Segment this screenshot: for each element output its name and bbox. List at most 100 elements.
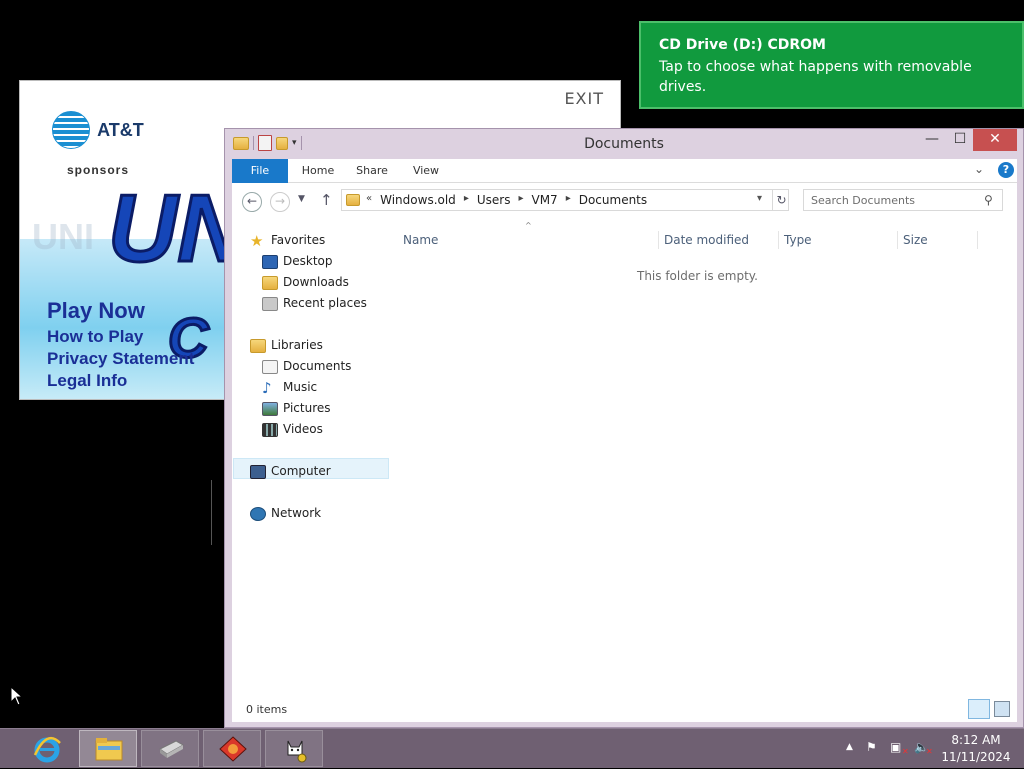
nav-libraries[interactable]: Libraries	[250, 335, 323, 355]
nav-pictures[interactable]: Pictures	[262, 398, 331, 418]
cat-icon	[287, 740, 307, 763]
column-divider[interactable]	[977, 231, 978, 249]
network-icon	[250, 506, 266, 521]
tab-file[interactable]: File	[232, 159, 288, 183]
taskbar-game-app[interactable]	[203, 730, 261, 767]
refresh-icon[interactable]: ↻	[772, 190, 790, 210]
breadcrumb-users[interactable]: Users	[477, 193, 511, 207]
nav-computer[interactable]: Computer	[250, 461, 331, 481]
how-to-play-link[interactable]: How to Play	[47, 326, 194, 348]
show-hidden-icons-icon[interactable]: ▲	[846, 742, 853, 752]
nav-computer-label: Computer	[271, 464, 331, 478]
title-bar[interactable]: ▾ Documents — ☐ ✕	[225, 129, 1023, 159]
file-list: ^ Name Date modified Type Size This fold…	[392, 219, 1017, 699]
column-size[interactable]: Size	[903, 233, 928, 247]
nav-videos[interactable]: Videos	[262, 419, 323, 439]
mute-badge-icon: ✕	[926, 747, 933, 756]
taskbar-internet-explorer[interactable]	[17, 730, 75, 767]
documents-icon	[262, 359, 278, 374]
column-date-modified[interactable]: Date modified	[664, 233, 749, 247]
tab-view[interactable]: View	[402, 159, 450, 183]
column-divider[interactable]	[778, 231, 779, 249]
ghost-window-edge	[211, 480, 212, 545]
clock[interactable]: 8:12 AM 11/11/2024	[936, 732, 1016, 766]
search-icon[interactable]: ⚲	[984, 193, 993, 207]
autoplay-toast[interactable]: CD Drive (D:) CDROM Tap to choose what h…	[639, 21, 1024, 109]
clock-date: 11/11/2024	[941, 750, 1011, 764]
recent-places-icon	[262, 296, 278, 311]
breadcrumb-separator-icon: ▸	[565, 193, 571, 204]
nav-documents-label: Documents	[283, 359, 352, 373]
close-button[interactable]: ✕	[973, 129, 1017, 151]
legal-info-link[interactable]: Legal Info	[47, 370, 194, 392]
nav-desktop-label: Desktop	[283, 254, 333, 268]
taskbar: ▲ ⚑ ▣ 🔈 ✕ ✕ 8:12 AM 11/11/2024	[0, 728, 1024, 768]
file-explorer-icon	[95, 738, 123, 761]
minimize-button[interactable]: —	[919, 129, 945, 151]
address-dropdown-icon[interactable]: ▾	[757, 193, 762, 204]
column-type[interactable]: Type	[784, 233, 812, 247]
breadcrumb-separator-icon: ▸	[518, 193, 524, 204]
sort-arrow-icon: ^	[525, 221, 532, 230]
breadcrumb-documents[interactable]: Documents	[579, 193, 647, 207]
tab-share[interactable]: Share	[348, 159, 396, 183]
navigation-pane: ★ Favorites Desktop Downloads Recent plac…	[232, 219, 392, 699]
game-icon	[219, 736, 247, 762]
breadcrumb-overflow[interactable]: «	[366, 193, 372, 207]
empty-folder-message: This folder is empty.	[637, 269, 758, 283]
taskbar-file-explorer[interactable]	[79, 730, 137, 767]
nav-favorites[interactable]: ★ Favorites	[250, 230, 325, 250]
network-disconnected-icon[interactable]: ▣	[890, 740, 901, 754]
recent-locations-chevron-icon[interactable]: ▼	[298, 194, 305, 204]
nav-network[interactable]: Network	[250, 503, 321, 523]
status-bar: 0 items	[232, 699, 1017, 722]
pictures-icon	[262, 401, 278, 416]
back-button[interactable]: ←	[242, 192, 262, 212]
nav-libraries-label: Libraries	[271, 338, 323, 352]
computer-icon	[250, 464, 266, 479]
att-globe-icon	[52, 111, 90, 149]
nav-recent-places[interactable]: Recent places	[262, 293, 367, 313]
privacy-statement-link[interactable]: Privacy Statement	[47, 348, 194, 370]
large-icons-view-icon[interactable]	[994, 701, 1010, 717]
ribbon-tabs: File Home Share View ⌄ ?	[232, 159, 1017, 183]
libraries-icon	[250, 338, 266, 353]
nav-documents[interactable]: Documents	[262, 356, 351, 376]
help-icon[interactable]: ?	[998, 162, 1014, 178]
sponsors-label: sponsors	[67, 163, 130, 177]
nav-recent-label: Recent places	[283, 296, 367, 310]
address-bar[interactable]: « Windows.old ▸ Users ▸ VM7 ▸ Documents …	[341, 189, 789, 211]
up-button[interactable]: ↑	[320, 191, 333, 209]
nav-music[interactable]: ♪ Music	[262, 377, 317, 397]
address-folder-icon	[346, 194, 360, 206]
breadcrumb-windows-old[interactable]: Windows.old	[380, 193, 456, 207]
nav-downloads[interactable]: Downloads	[262, 272, 349, 292]
taskbar-drive-app[interactable]	[141, 730, 199, 767]
exit-button[interactable]: EXIT	[564, 89, 604, 108]
att-brand: AT&T	[97, 119, 144, 140]
taskbar-cat-app[interactable]	[265, 730, 323, 767]
search-input[interactable]	[804, 190, 982, 210]
action-center-flag-icon[interactable]: ⚑	[866, 740, 877, 754]
nav-pictures-label: Pictures	[283, 401, 331, 415]
breadcrumb-vm7[interactable]: VM7	[531, 193, 557, 207]
desktop-icon	[262, 254, 278, 269]
details-view-icon[interactable]	[968, 699, 990, 719]
expand-ribbon-chevron-icon[interactable]: ⌄	[974, 162, 984, 176]
nav-desktop[interactable]: Desktop	[262, 251, 333, 271]
downloads-icon	[262, 275, 278, 290]
forward-button[interactable]: →	[270, 192, 290, 212]
column-name[interactable]: Name	[403, 233, 438, 247]
tab-home[interactable]: Home	[294, 159, 342, 183]
column-divider[interactable]	[897, 231, 898, 249]
cursor-arrow-icon	[10, 685, 24, 706]
nav-videos-label: Videos	[283, 422, 323, 436]
network-error-badge-icon: ✕	[902, 747, 909, 756]
drive-icon	[159, 740, 185, 758]
column-divider[interactable]	[658, 231, 659, 249]
videos-icon	[262, 422, 278, 437]
play-now-link[interactable]: Play Now	[47, 296, 194, 326]
maximize-button[interactable]: ☐	[947, 129, 973, 151]
nav-downloads-label: Downloads	[283, 275, 349, 289]
star-icon: ★	[250, 231, 264, 250]
